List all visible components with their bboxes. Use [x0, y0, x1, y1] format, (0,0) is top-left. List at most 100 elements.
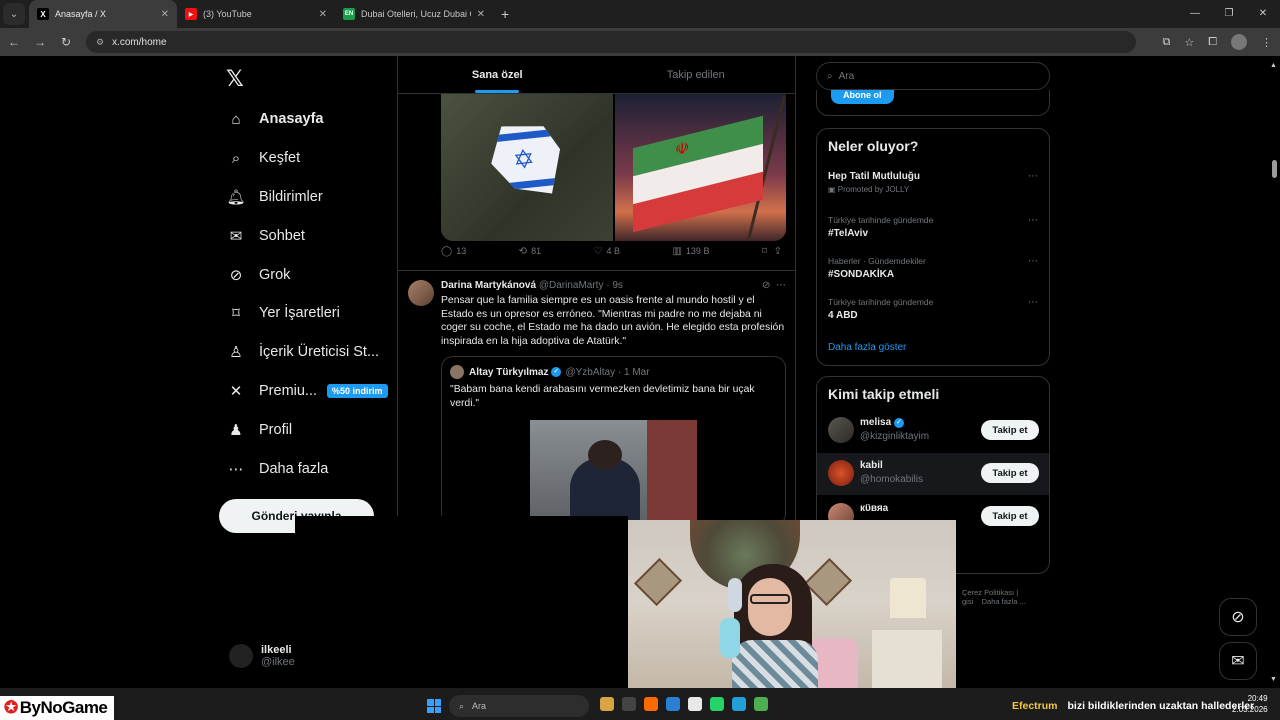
trend-title: 4 ABD — [828, 310, 858, 321]
sidebar-item-bookmarks[interactable]: ⌑ Yer İşaretleri — [226, 294, 388, 333]
footer-link[interactable]: gisi — [962, 597, 973, 606]
close-window-icon[interactable]: ✕ — [1246, 0, 1280, 28]
show-more-link[interactable]: Daha fazla göster — [828, 342, 906, 353]
sidebar-item-more[interactable]: ⋯ Daha fazla — [226, 449, 388, 488]
windows-start-icon[interactable] — [427, 699, 441, 713]
sidebar-item-explore[interactable]: ⌕ Keşfet — [226, 139, 388, 178]
address-field[interactable]: ⚙ x.com/home — [86, 31, 1136, 53]
whatsapp-icon[interactable] — [710, 697, 724, 711]
tab-following[interactable]: Takip edilen — [597, 56, 796, 93]
edge-icon[interactable] — [666, 697, 680, 711]
app-icon[interactable] — [644, 697, 658, 711]
follow-button[interactable]: Takip et — [981, 420, 1039, 440]
quote-photo[interactable] — [530, 420, 697, 525]
reload-icon[interactable]: ↻ — [54, 35, 78, 49]
restore-icon[interactable]: ❐ — [1212, 0, 1246, 28]
profile-avatar[interactable] — [1231, 34, 1247, 50]
sidebar-item-notifications[interactable]: 🔔︎ Bildirimler — [226, 178, 388, 217]
scrollbar-thumb[interactable] — [1272, 160, 1277, 178]
sidebar-item-profile[interactable]: ♟ Profil — [226, 410, 388, 449]
system-clock[interactable]: 20:49 2.03.2026 — [1232, 693, 1268, 715]
scroll-down-icon[interactable]: ▼ — [1270, 676, 1277, 683]
views-button[interactable]: ▥ 139 B — [672, 246, 709, 257]
close-icon[interactable]: ✕ — [477, 9, 485, 20]
webcam-overlay — [628, 520, 956, 704]
more-icon[interactable]: ⋯ — [1028, 297, 1038, 308]
footer-link[interactable]: Çerez Politikası — [962, 588, 1014, 597]
bookmark-share: ⌑ ⇪ — [762, 246, 786, 257]
search-input[interactable]: ⌕ Ara — [816, 62, 1050, 90]
promoted-label: ▣ Promoted by JOLLY — [828, 185, 910, 194]
chrome-icon[interactable] — [754, 697, 768, 711]
messages-fab-button[interactable]: ✉ — [1219, 642, 1257, 680]
tab-dubai-hotels[interactable]: EN Dubai Otelleri, Ucuz Dubai Otel ✕ — [335, 0, 493, 28]
site-info-icon[interactable]: ⚙ — [96, 37, 104, 48]
app-icon[interactable] — [688, 697, 702, 711]
tab-search-button[interactable]: ⌄ — [3, 3, 25, 25]
trend-item[interactable]: Hep Tatil Mutluluğu ▣ Promoted by JOLLY … — [828, 171, 1038, 194]
trend-item[interactable]: Türkiye tarihinde gündemde #TelAviv ⋯ — [828, 215, 1038, 239]
back-icon[interactable]: ← — [2, 35, 26, 49]
author-handle[interactable]: @DarinaMarty — [539, 280, 604, 291]
menu-icon[interactable]: ⋮ — [1261, 36, 1272, 49]
tweet-media[interactable]: ✡ ☫ — [441, 94, 786, 241]
trend-item[interactable]: Türkiye tarihinde gündemde 4 ABD ⋯ — [828, 297, 1038, 321]
bell-icon: 🔔︎ — [226, 188, 246, 206]
forward-icon[interactable]: → — [28, 35, 52, 49]
subscribe-button[interactable]: Abone ol — [831, 90, 894, 104]
sidebar-item-chat[interactable]: ✉ Sohbet — [226, 216, 388, 255]
follow-suggestion[interactable]: kabil @homokabilis Takip et — [817, 453, 1049, 495]
sidebar-item-home[interactable]: ⌂ Anasayfa — [226, 100, 388, 139]
sidebar-nav: ⌂ Anasayfa ⌕ Keşfet 🔔︎ Bildirimler ✉ Soh… — [226, 100, 388, 488]
taskbar-search[interactable]: ⌕ Ara — [449, 695, 589, 717]
verified-icon: ✓ — [893, 417, 904, 428]
author-name[interactable]: Darina Martykánová — [441, 280, 536, 291]
app-icon[interactable] — [622, 697, 636, 711]
scrollbar[interactable] — [1268, 56, 1280, 688]
footer-link[interactable]: Daha fazla ... — [982, 597, 1026, 606]
new-tab-button[interactable]: + — [501, 6, 509, 22]
youtube-favicon-icon: ▶ — [185, 8, 197, 20]
bookmark-icon: ⌑ — [232, 305, 240, 323]
tab-x-home[interactable]: X Anasayfa / X ✕ — [29, 0, 177, 28]
reply-button[interactable]: ◯ 13 — [441, 246, 466, 257]
bookmark-star-icon[interactable]: ☆ — [1184, 36, 1194, 49]
tweet-time[interactable]: 9s — [612, 280, 623, 291]
more-icon[interactable]: ⋯ — [1028, 171, 1038, 182]
sidebar-item-grok[interactable]: ⊘ Grok — [226, 255, 388, 294]
trend-item[interactable]: Haberler · Gündemdekiler #SONDAKİKA ⋯ — [828, 256, 1038, 280]
tab-title: (3) YouTube — [203, 9, 252, 19]
tab-for-you[interactable]: Sana özel — [398, 56, 597, 93]
more-icon[interactable]: ⋯ — [776, 280, 786, 291]
follow-button[interactable]: Takip et — [981, 506, 1039, 526]
more-icon[interactable]: ⋯ — [1028, 215, 1038, 226]
minimize-icon[interactable]: — — [1178, 0, 1212, 28]
follow-button[interactable]: Takip et — [981, 463, 1039, 483]
x-logo-icon[interactable]: 𝕏 — [226, 66, 244, 92]
sidebar-item-creator-studio[interactable]: ♙ İçerik Üreticisi St... — [226, 333, 388, 372]
account-switcher[interactable]: ilkeeli @ilkeeli — [229, 644, 300, 668]
bookmark-icon[interactable]: ⌑ — [762, 246, 767, 257]
sidebar-item-premium[interactable]: ✕ Premiu... %50 indirim — [226, 372, 388, 411]
repost-button[interactable]: ⟲ 81 — [519, 246, 541, 257]
home-icon: ⌂ — [231, 110, 241, 128]
share-icon[interactable]: ⇪ — [774, 246, 782, 257]
telegram-icon[interactable] — [732, 697, 746, 711]
close-icon[interactable]: ✕ — [161, 9, 169, 20]
folder-icon[interactable] — [600, 697, 614, 711]
more-icon[interactable]: ⋯ — [1028, 256, 1038, 267]
quoted-tweet[interactable]: Altay Türkyılmaz ✓ @YzbAltay · 1 Mar "Ba… — [441, 356, 786, 526]
like-button[interactable]: ♡ 4 B — [594, 246, 620, 257]
avatar[interactable] — [408, 280, 434, 306]
sidebar-item-label: Anasayfa — [259, 111, 324, 128]
install-app-icon[interactable]: ⧉ — [1162, 36, 1170, 49]
extensions-icon[interactable]: ⧠ — [1208, 36, 1217, 49]
grok-fab-button[interactable]: ⊘ — [1219, 598, 1257, 636]
tab-youtube[interactable]: ▶ (3) YouTube ✕ — [177, 0, 335, 28]
avatar[interactable] — [828, 417, 854, 443]
grok-icon[interactable]: ⊘ — [762, 280, 770, 291]
scroll-up-icon[interactable]: ▲ — [1270, 62, 1277, 69]
follow-suggestion[interactable]: melisa ✓ @kizginliktayim Takip et — [817, 410, 1049, 452]
avatar[interactable] — [828, 460, 854, 486]
close-icon[interactable]: ✕ — [319, 9, 327, 20]
